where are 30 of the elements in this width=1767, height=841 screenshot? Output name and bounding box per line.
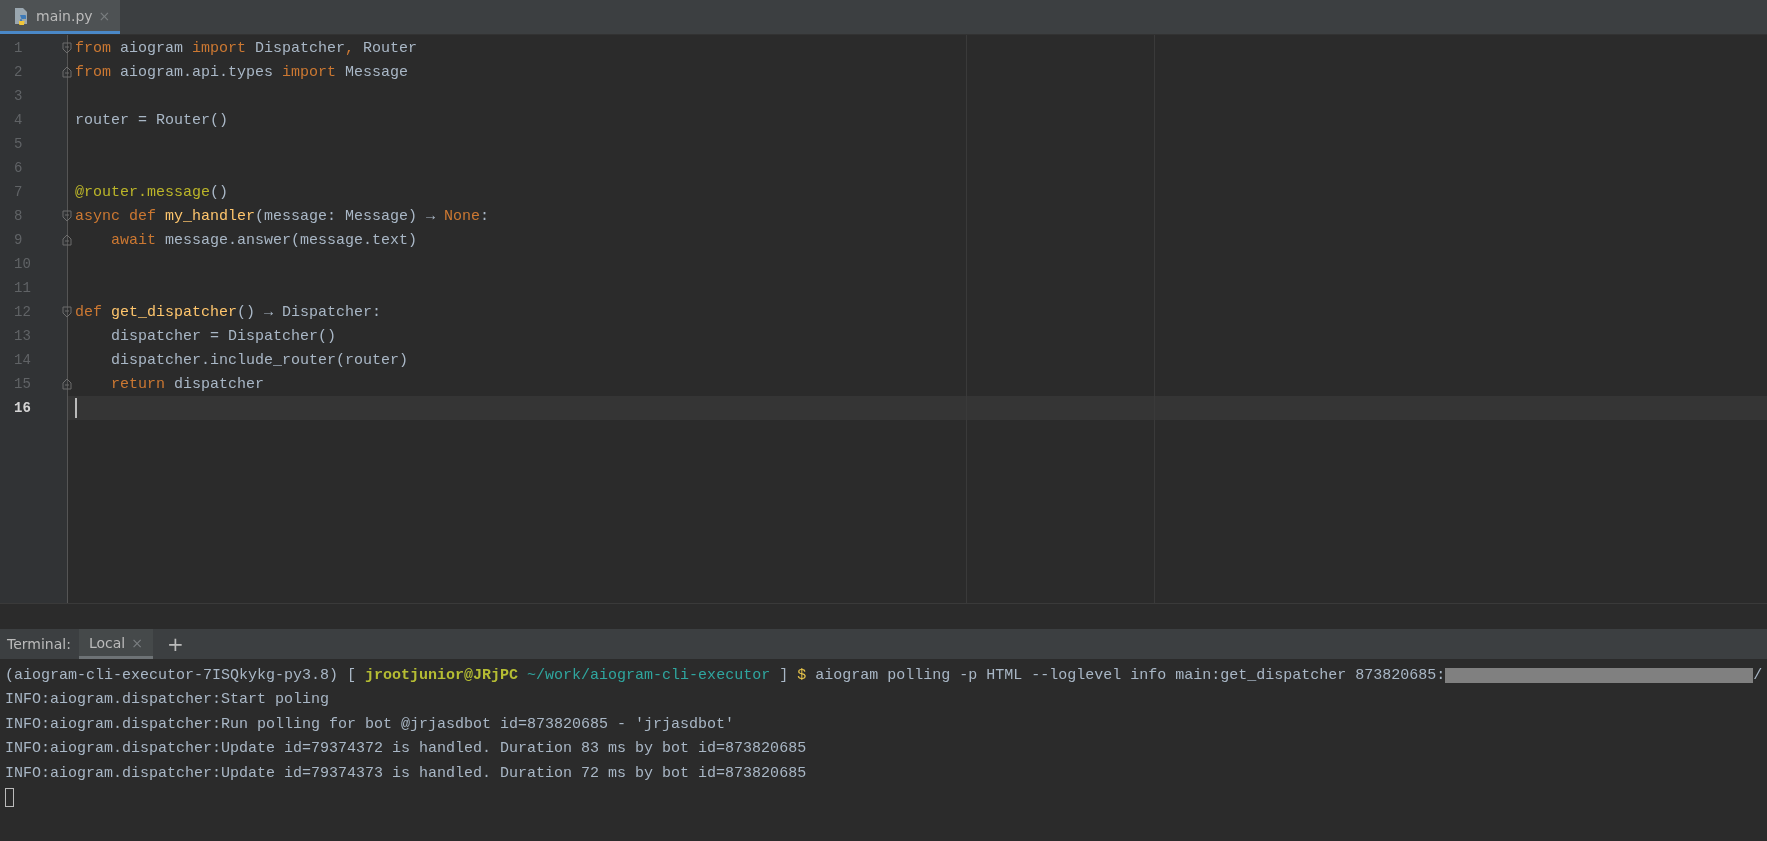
terminal-line: INFO:aiogram.dispatcher:Start poling	[5, 690, 331, 711]
add-button[interactable]: +	[160, 632, 190, 656]
fold-icon[interactable]	[62, 306, 72, 318]
file-tab[interactable]: main.py ×	[0, 0, 121, 34]
fold-icon[interactable]	[62, 378, 72, 390]
terminal-line: (aiogram-cli-executor-7ISQkykg-py3.8) [ jrootjunior@JRjPC ~/work/aiogram-cli-executor ] $ aiogram polling -p HTML --loglevel info main:get_dispatcher 873820685: /	[5, 665, 1764, 686]
code-line: from aiogram import Dispatcher, Router	[75, 39, 418, 57]
code-line: return dispatcher	[111, 375, 265, 393]
code-line: def get_dispatcher() → Dispatcher:	[75, 303, 382, 321]
fold-icon[interactable]	[62, 42, 72, 54]
terminal-line: INFO:aiogram.dispatcher:Update id=79374373 is handled. Duration 72 ms by bot id=873820685	[5, 763, 808, 784]
terminal-line: INFO:aiogram.dispatcher:Run polling for bot @jrjasdbot id=873820685 - 'jrjasdbot'	[5, 714, 736, 735]
code-line: router = Router()	[75, 111, 229, 129]
code-line: await message.answer(message.text)	[111, 231, 418, 249]
code-line: from aiogram.api.types import Message	[75, 63, 409, 81]
text-caret	[75, 398, 77, 418]
code-line: dispatcher.include_router(router)	[111, 351, 409, 369]
close-icon[interactable]: ×	[131, 634, 143, 651]
code-line: dispatcher = Dispatcher()	[111, 327, 337, 345]
fold-icon[interactable]	[62, 234, 72, 246]
terminal-cursor	[5, 788, 14, 808]
fold-icon[interactable]	[62, 210, 72, 222]
line-number: 16	[14, 400, 31, 416]
terminal-label: Terminal:	[7, 636, 71, 652]
terminal-line: INFO:aiogram.dispatcher:Update id=79374372 is handled. Duration 83 ms by bot id=873820685	[5, 739, 808, 760]
terminal-tab[interactable]: Local ×	[78, 629, 153, 659]
python-file-icon	[14, 6, 30, 25]
code-line: @router.message()	[75, 183, 229, 201]
fold-icon[interactable]	[62, 66, 72, 78]
code-line: async def my_handler(message: Message) → None:	[75, 207, 490, 225]
